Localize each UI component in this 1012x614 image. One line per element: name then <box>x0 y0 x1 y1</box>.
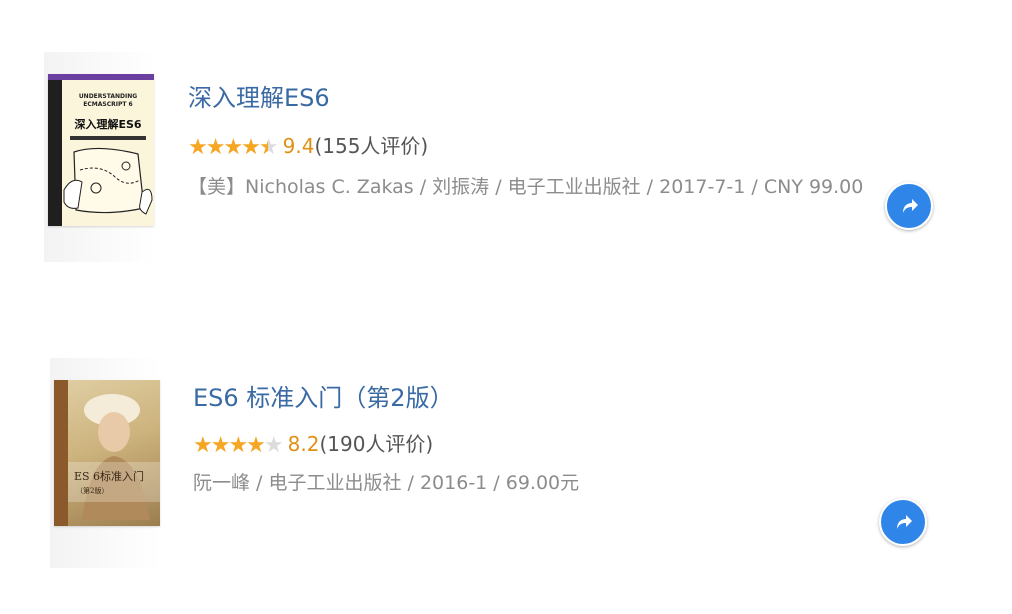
cover-header: UNDERSTANDING <box>79 93 137 100</box>
cover-spine <box>48 80 62 226</box>
rating-score: 9.4 <box>282 134 315 158</box>
rating: ★★★★★ 9.4(155人评价) <box>188 130 428 160</box>
rating-votes: (155人评价) <box>314 134 429 158</box>
cover-subtitle: （第2版） <box>76 486 108 495</box>
share-button[interactable] <box>879 498 927 546</box>
book-title[interactable]: ES6 标准入门（第2版） <box>193 378 454 413</box>
rating-stars: ★★★★★ <box>188 135 279 160</box>
book-item: ES 6标准入门 （第2版） ES6 标准入门（第2版） ★★★★★ 8.2(19… <box>0 342 1012 602</box>
cover-subheader: ECMASCRIPT 6 <box>83 101 132 108</box>
cover-title: 深入理解ES6 <box>74 117 141 131</box>
rating-score: 8.2 <box>287 432 320 456</box>
cover-illustration: ES 6标准入门 （第2版） <box>68 394 160 520</box>
cover-illustration: UNDERSTANDING ECMASCRIPT 6 深入理解ES6 <box>63 93 153 215</box>
cover-image: UNDERSTANDING ECMASCRIPT 6 深入理解ES6 <box>48 74 154 226</box>
book-cover[interactable]: ES 6标准入门 （第2版） <box>50 358 162 568</box>
rating-votes: (190人评价) <box>319 432 434 456</box>
book-meta: 阮一峰 / 电子工业出版社 / 2016-1 / 69.00元 <box>193 472 580 494</box>
rating: ★★★★★ 8.2(190人评价) <box>193 428 433 458</box>
share-button[interactable] <box>885 182 933 230</box>
share-arrow-icon <box>897 515 912 529</box>
stars-filled: ★★★★ <box>188 135 261 160</box>
share-arrow-icon <box>903 199 918 213</box>
book-item: UNDERSTANDING ECMASCRIPT 6 深入理解ES6 深入理解E… <box>0 40 1012 300</box>
rating-stars: ★★★★★ <box>193 433 284 458</box>
stars-filled: ★★★★ <box>193 433 266 458</box>
book-title[interactable]: 深入理解ES6 <box>188 78 330 113</box>
cover-title: ES 6标准入门 <box>74 469 144 483</box>
book-meta: 【美】Nicholas C. Zakas / 刘振涛 / 电子工业出版社 / 2… <box>188 176 864 198</box>
star-empty: ★ <box>263 433 284 458</box>
cover-spine <box>54 380 68 526</box>
cover-image: ES 6标准入门 （第2版） <box>54 380 160 526</box>
book-cover[interactable]: UNDERSTANDING ECMASCRIPT 6 深入理解ES6 <box>44 52 156 262</box>
star-half: ★ <box>258 135 279 160</box>
